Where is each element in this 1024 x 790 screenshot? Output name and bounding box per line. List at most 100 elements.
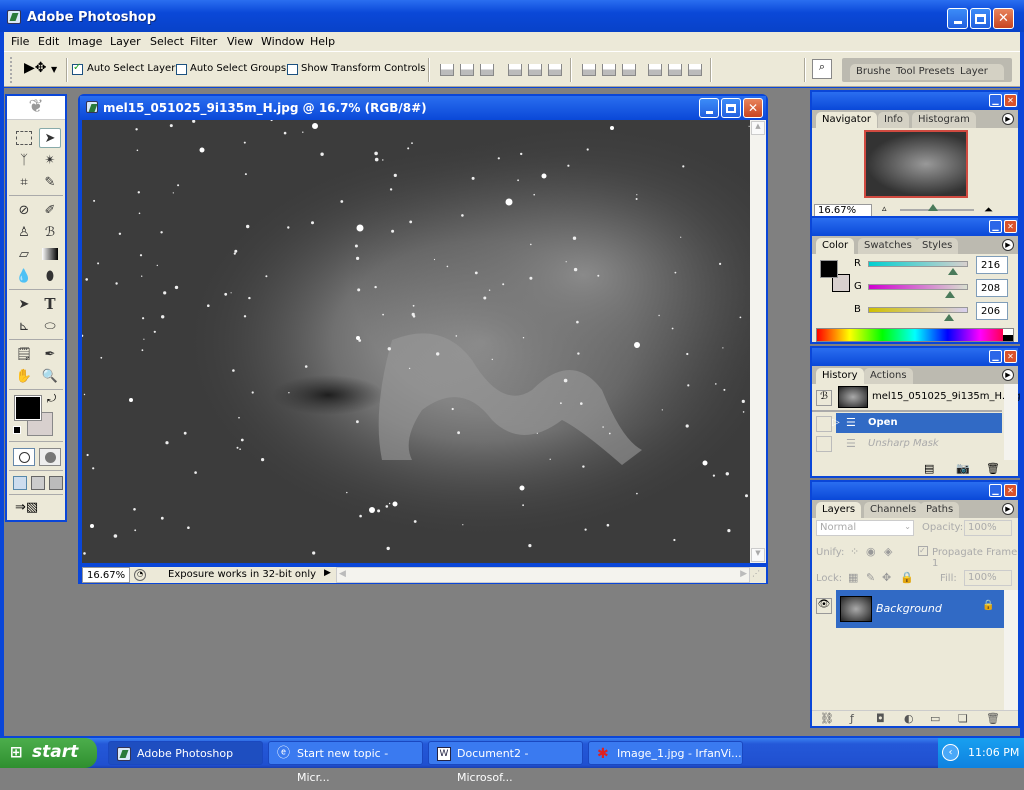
photoshop-feather-logo[interactable]: ❦ <box>7 96 65 120</box>
zoom-out-icon[interactable]: ▵ <box>882 204 887 214</box>
distribute-right-button[interactable] <box>688 64 702 76</box>
blur-tool[interactable]: 💧 <box>13 266 35 286</box>
tab-layers[interactable]: Layers <box>816 502 862 518</box>
task-adobe-photoshop[interactable]: Adobe Photoshop <box>108 741 263 765</box>
tab-swatches[interactable]: Swatches <box>858 238 918 254</box>
b-slider-thumb[interactable] <box>944 314 954 321</box>
history-source-box[interactable] <box>816 436 832 452</box>
align-top-edges-button[interactable] <box>440 64 454 76</box>
doc-maximize-button[interactable] <box>721 98 741 118</box>
align-bottom-edges-button[interactable] <box>480 64 494 76</box>
task-start-new-topic[interactable]: ⓔ Start new topic - Micr... <box>268 741 423 784</box>
unify-style-button[interactable]: ◈ <box>884 545 892 558</box>
panel-minimize-button[interactable]: ▁ <box>989 350 1002 363</box>
menu-filter[interactable]: Filter <box>190 35 217 48</box>
doc-close-button[interactable]: ✕ <box>743 98 763 118</box>
align-left-edges-button[interactable] <box>508 64 522 76</box>
menu-layer[interactable]: Layer <box>110 35 141 48</box>
hand-tool[interactable]: ✋ <box>13 366 35 386</box>
path-selection-tool[interactable]: ➤ <box>13 294 35 314</box>
scroll-right-button[interactable]: ▶ <box>740 569 747 579</box>
swap-colors-button[interactable]: ⤾ <box>47 392 56 406</box>
notes-tool[interactable]: 🗒 <box>13 344 35 364</box>
lock-transparency-button[interactable]: ▦ <box>848 571 858 584</box>
menu-help[interactable]: Help <box>310 35 335 48</box>
distribute-vcenter-button[interactable] <box>602 64 616 76</box>
auto-select-groups-checkbox[interactable] <box>176 64 187 75</box>
zoom-in-icon[interactable]: ⏶ <box>984 203 993 217</box>
zoom-tool[interactable]: 🔍 <box>39 366 61 386</box>
scroll-up-button[interactable]: ▲ <box>751 121 765 135</box>
align-horizontal-centers-button[interactable] <box>528 64 542 76</box>
panel-titlebar[interactable]: ▁ ✕ <box>812 218 1018 236</box>
layer-row-background[interactable]: Background 🔒 <box>836 590 1004 628</box>
type-tool[interactable]: T <box>39 294 61 314</box>
panel-titlebar[interactable]: ▁ ✕ <box>812 482 1018 500</box>
b-slider[interactable] <box>868 307 968 313</box>
layer-visibility-toggle[interactable]: 👁 <box>816 598 832 614</box>
panel-menu-button[interactable]: ▶ <box>1002 239 1014 251</box>
palette-well-tab-layer-comps[interactable]: Layer Comps <box>954 64 1004 80</box>
clone-stamp-tool[interactable]: ♙ <box>13 222 35 242</box>
navigator-preview[interactable] <box>864 130 968 198</box>
panel-close-button[interactable]: ✕ <box>1004 484 1017 497</box>
r-slider-thumb[interactable] <box>948 268 958 275</box>
auto-select-layer-checkbox[interactable]: ✓ <box>72 62 83 75</box>
new-document-from-state-button[interactable]: ▤ <box>924 462 934 475</box>
add-mask-button[interactable]: ◘ <box>876 712 885 725</box>
tab-actions[interactable]: Actions <box>864 368 913 384</box>
menu-image[interactable]: Image <box>68 35 102 48</box>
tab-color[interactable]: Color <box>816 238 855 254</box>
lock-position-button[interactable]: ✥ <box>882 571 891 584</box>
delete-state-button[interactable]: 🗑 <box>986 462 1000 475</box>
image-canvas[interactable] <box>82 120 750 563</box>
tab-navigator[interactable]: Navigator <box>816 112 877 128</box>
menu-view[interactable]: View <box>227 35 253 48</box>
tab-history[interactable]: History <box>816 368 864 384</box>
dodge-tool[interactable]: ⬮ <box>39 266 61 286</box>
tab-channels[interactable]: Channels <box>864 502 923 518</box>
menu-file[interactable]: File <box>11 35 29 48</box>
panel-titlebar[interactable]: ▁ ✕ <box>812 348 1018 366</box>
jump-to-imageready-button[interactable]: ⇒▧ <box>15 500 38 515</box>
pen-tool[interactable]: ⊾ <box>13 316 35 336</box>
foreground-color-swatch[interactable] <box>14 395 42 421</box>
move-tool[interactable]: ➤ <box>39 128 61 148</box>
r-value[interactable]: 216 <box>976 256 1008 274</box>
new-group-button[interactable]: ▭ <box>930 712 940 725</box>
distribute-left-button[interactable] <box>648 64 662 76</box>
show-hidden-icons-button[interactable]: ‹ <box>942 744 959 761</box>
standard-mode-button[interactable] <box>13 448 35 466</box>
unify-position-button[interactable]: ⁘ <box>850 545 859 558</box>
history-scrollbar[interactable] <box>1004 384 1018 460</box>
blend-mode-select[interactable]: Normal ⌄ <box>816 520 914 536</box>
navigator-slider-thumb[interactable] <box>928 204 939 211</box>
document-titlebar[interactable]: mel15_051025_9i135m_H.jpg @ 16.7% (RGB/8… <box>80 96 766 120</box>
eraser-tool[interactable]: ▱ <box>13 244 35 264</box>
minimize-button[interactable] <box>947 8 968 29</box>
new-snapshot-button[interactable]: 📷 <box>956 462 970 475</box>
scroll-down-button[interactable]: ▼ <box>751 548 765 562</box>
start-button[interactable]: ⊞ start <box>0 738 97 768</box>
panel-minimize-button[interactable]: ▁ <box>989 220 1002 233</box>
history-snapshot-row[interactable]: ℬ mel15_051025_9i135m_H.jpg <box>812 384 1021 412</box>
zoom-level-field[interactable]: 16.67% <box>82 567 130 583</box>
maximize-button[interactable] <box>970 8 991 29</box>
options-bar-grip[interactable] <box>10 57 12 83</box>
task-document2[interactable]: W Document2 - Microsof... <box>428 741 583 784</box>
lock-pixels-button[interactable]: ✎ <box>866 571 875 584</box>
unify-visibility-button[interactable]: ◉ <box>866 545 876 558</box>
propagate-frame-checkbox[interactable]: ✓ <box>918 546 928 556</box>
align-vertical-centers-button[interactable] <box>460 64 474 76</box>
adjustment-layer-button[interactable]: ◐ <box>904 712 914 725</box>
crop-tool[interactable]: ⌗ <box>13 172 35 192</box>
g-slider-thumb[interactable] <box>945 291 955 298</box>
tool-preset-picker[interactable]: ▶✥ ▼ <box>24 60 57 76</box>
panel-close-button[interactable]: ✕ <box>1004 350 1017 363</box>
history-source-box[interactable] <box>816 416 832 432</box>
vertical-scrollbar[interactable]: ▲ ▼ <box>750 120 766 563</box>
panel-minimize-button[interactable]: ▁ <box>989 94 1002 107</box>
distribute-bottom-button[interactable] <box>622 64 636 76</box>
status-info-icon[interactable]: ◔ <box>134 569 146 581</box>
link-layers-button[interactable]: ⛓ <box>820 712 834 725</box>
